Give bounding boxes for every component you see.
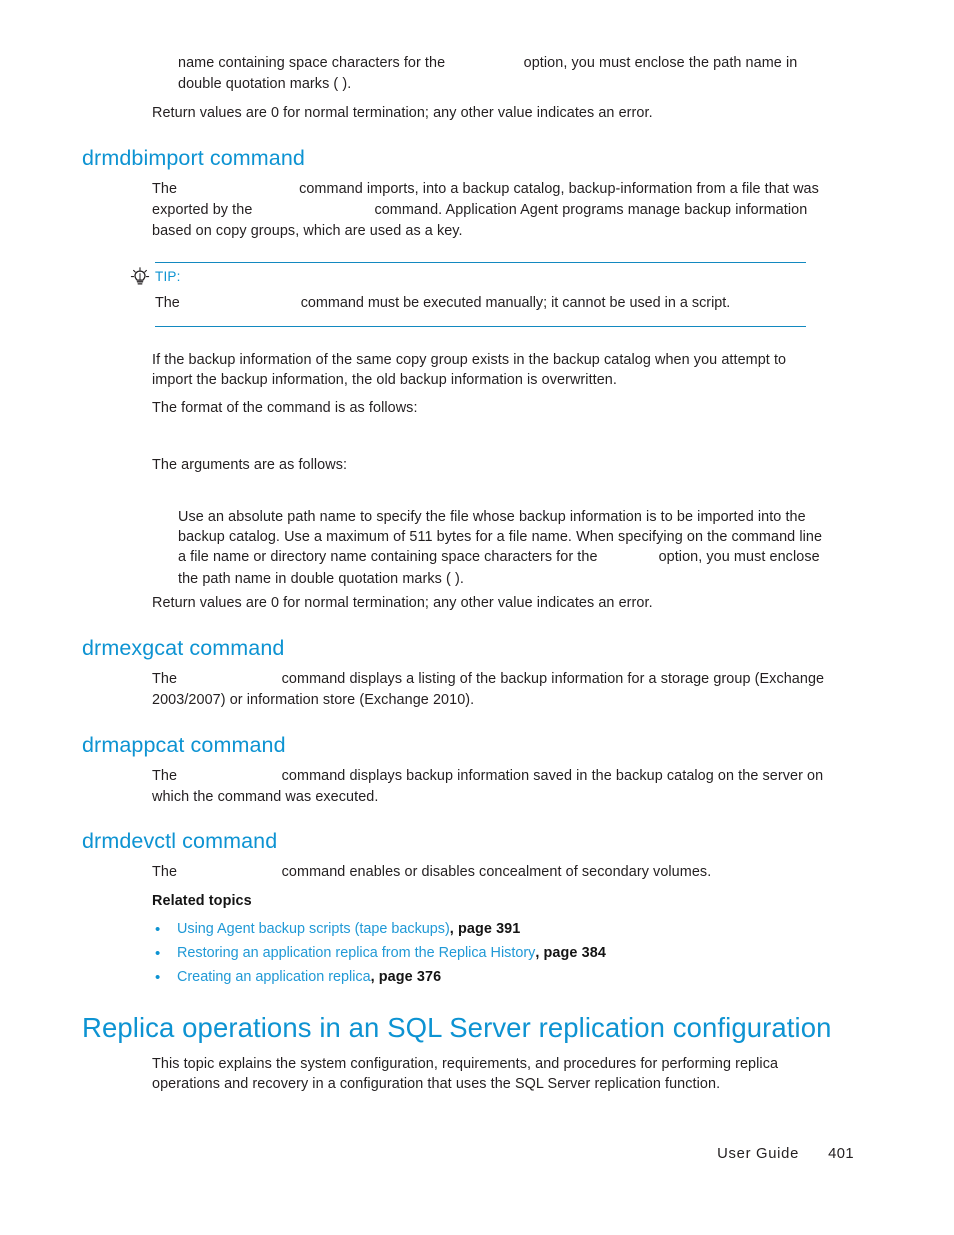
related-topics-list: • Using Agent backup scripts (tape backu…	[152, 919, 830, 991]
related-topic-text: Restoring an application replica from th…	[177, 943, 606, 963]
return-values-paragraph-1: Return values are 0 for normal terminati…	[152, 105, 653, 121]
related-topic-link[interactable]: Creating an application replica	[177, 969, 371, 985]
heading-drmdbimport: drmdbimport command	[82, 146, 305, 170]
heading-sql-replica-operations: Replica operations in an SQL Server repl…	[82, 1012, 832, 1043]
related-topic-text: Creating an application replica, page 37…	[177, 967, 441, 987]
tip-label: TIP:	[155, 269, 181, 284]
related-topic-link[interactable]: Restoring an application replica from th…	[177, 945, 535, 961]
arguments-intro-paragraph: The arguments are as follows:	[152, 457, 348, 473]
argument-description-paragraph: Use an absolute path name to specify the…	[178, 507, 830, 589]
format-intro-paragraph: The format of the command is as follows:	[152, 400, 418, 416]
tip-rule-top	[155, 262, 806, 263]
related-topic-page: , page 384	[535, 945, 606, 961]
heading-drmdevctl: drmdevctl command	[82, 829, 278, 853]
heading-drmexgcat: drmexgcat command	[82, 636, 285, 660]
drmdevctl-description: The drmdevctl command enables or disable…	[152, 862, 830, 883]
code-token-gap: drmdbexport	[252, 201, 374, 221]
tip-body-b: command must be executed manually; it ca…	[300, 295, 731, 311]
drmexgcat-description: The drmexgcat command displays a listing…	[152, 669, 830, 710]
lightbulb-icon	[130, 267, 150, 285]
tip-admonition: TIP: The drmdbimport command must be exe…	[130, 262, 806, 327]
related-topic-page: , page 376	[370, 969, 442, 985]
drmappcat-description: The drmappcat command displays backup in…	[152, 766, 830, 807]
code-token-gap: drmdbimport	[177, 180, 299, 200]
code-token-gap: drmexgcat	[177, 670, 282, 690]
related-topic-page: , page 391	[449, 921, 521, 937]
command-format-code-block	[178, 424, 830, 452]
code-token-gap: -xxxx	[598, 548, 659, 568]
list-item[interactable]: • Using Agent backup scripts (tape backu…	[152, 919, 830, 943]
tip-body-text: The drmdbimport command must be executed…	[155, 293, 795, 314]
sql-section-body-paragraph: This topic explains the system configura…	[152, 1056, 779, 1093]
footer-guide-label: User Guide	[717, 1146, 799, 1162]
overwrite-note-paragraph: If the backup information of the same co…	[152, 352, 787, 389]
list-item[interactable]: • Creating an application replica, page …	[152, 967, 830, 991]
tip-header: TIP:	[130, 267, 806, 289]
return-values-paragraph-2: Return values are 0 for normal terminati…	[152, 595, 653, 611]
document-page: name containing space characters for the…	[0, 0, 954, 1235]
tip-rule-bottom	[155, 326, 806, 327]
bullet-icon: •	[155, 969, 161, 986]
drmdevctl-desc-a: The	[152, 864, 178, 880]
footer-page-number: 401	[828, 1146, 854, 1162]
heading-drmappcat: drmappcat command	[82, 733, 286, 757]
drmexgcat-desc-a: The	[152, 671, 178, 687]
code-token-gap: drmdevctl	[177, 863, 282, 883]
drmdbimport-description: The drmdbimport command imports, into a …	[152, 179, 830, 242]
argument-token-code-block	[178, 481, 830, 501]
drmdevctl-desc-b: command enables or disables concealment …	[281, 864, 712, 880]
list-item[interactable]: • Restoring an application replica from …	[152, 943, 830, 967]
related-topic-link[interactable]: Using Agent backup scripts (tape backups…	[177, 921, 450, 937]
intro-continuation-paragraph: name containing space characters for the…	[178, 53, 830, 94]
bullet-icon: •	[155, 945, 161, 962]
related-topic-text: Using Agent backup scripts (tape backups…	[177, 919, 520, 939]
code-token-gap: drmappcat	[177, 767, 282, 787]
page-footer: User Guide 401	[0, 1144, 954, 1166]
intro-continuation-line-a: name containing space characters for the	[178, 55, 446, 71]
code-token-gap: drmdbimport	[180, 294, 301, 314]
tip-body-a: The	[155, 295, 180, 311]
code-token-gap: -xxxxxx	[445, 54, 523, 74]
related-topics-heading: Related topics	[152, 893, 252, 909]
bullet-icon: •	[155, 921, 161, 938]
drmappcat-desc-a: The	[152, 768, 178, 784]
drmdbimport-desc-a: The	[152, 181, 178, 197]
